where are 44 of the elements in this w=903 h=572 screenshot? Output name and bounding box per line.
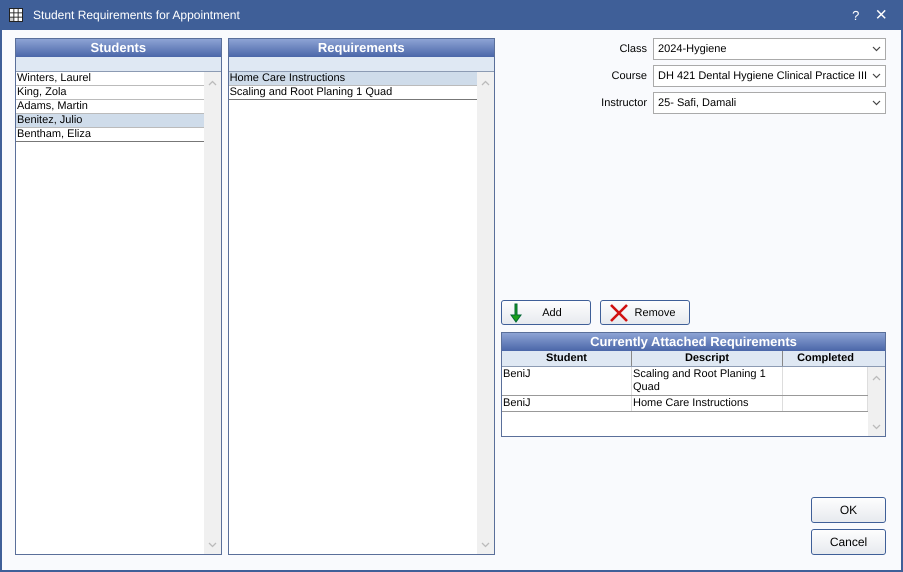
panel-header: Requirements [228, 39, 494, 57]
panel-header: Students [16, 39, 221, 57]
close-button[interactable]: × [867, 5, 895, 25]
table-cell: Scaling and Root Planing 1 Quad [632, 367, 783, 395]
ok-button[interactable]: OK [811, 497, 886, 523]
scroll-down-icon[interactable] [872, 424, 881, 430]
chevron-icon [872, 73, 881, 79]
cancel-button[interactable]: Cancel [811, 529, 886, 555]
grid-header: Currently Attached Requirements [502, 333, 885, 351]
add-button[interactable]: Add [501, 300, 591, 325]
help-button[interactable]: ? [844, 8, 868, 22]
dropdown[interactable]: 2024-Hygiene [653, 38, 886, 60]
scroll-up-icon[interactable] [481, 80, 490, 86]
grid-icon [9, 8, 23, 22]
field-label: Course [612, 70, 647, 82]
scroll-up-icon[interactable] [208, 80, 217, 86]
scroll-down-icon[interactable] [208, 542, 217, 548]
scrollbar[interactable] [868, 367, 885, 436]
list-item[interactable]: Home Care Instructions [228, 72, 477, 86]
chevron-icon [872, 100, 881, 106]
table-cell: BeniJ [502, 367, 632, 395]
down-arrow-icon [510, 302, 522, 322]
chevron-icon [872, 46, 881, 52]
list-item[interactable]: Bentham, Eliza [16, 128, 204, 142]
scroll-up-icon[interactable] [872, 375, 881, 381]
remove-button[interactable]: Remove [600, 300, 690, 325]
column-header[interactable]: Descript [632, 351, 783, 366]
list-item[interactable]: Benitez, Julio [16, 114, 204, 128]
field-label: Instructor [601, 97, 647, 109]
scrollbar[interactable] [477, 72, 494, 554]
scrollbar[interactable] [204, 72, 221, 554]
table-cell: Home Care Instructions [632, 396, 783, 411]
scroll-down-icon[interactable] [481, 542, 490, 548]
column-header[interactable]: Student [502, 351, 632, 366]
list-item[interactable]: Scaling and Root Planing 1 Quad [228, 86, 477, 100]
list-item[interactable]: King, Zola [16, 86, 204, 100]
dropdown[interactable]: 25- Safi, Damali [653, 92, 886, 114]
list-item[interactable]: Winters, Laurel [16, 72, 204, 86]
table-cell: BeniJ [502, 396, 632, 411]
column-header[interactable]: Completed [783, 351, 868, 366]
dropdown[interactable]: DH 421 Dental Hygiene Clinical Practice III [653, 65, 886, 87]
x-mark-icon [609, 304, 629, 322]
field-label: Class [619, 43, 647, 55]
window-title: Student Requirements for Appointment [33, 8, 240, 22]
